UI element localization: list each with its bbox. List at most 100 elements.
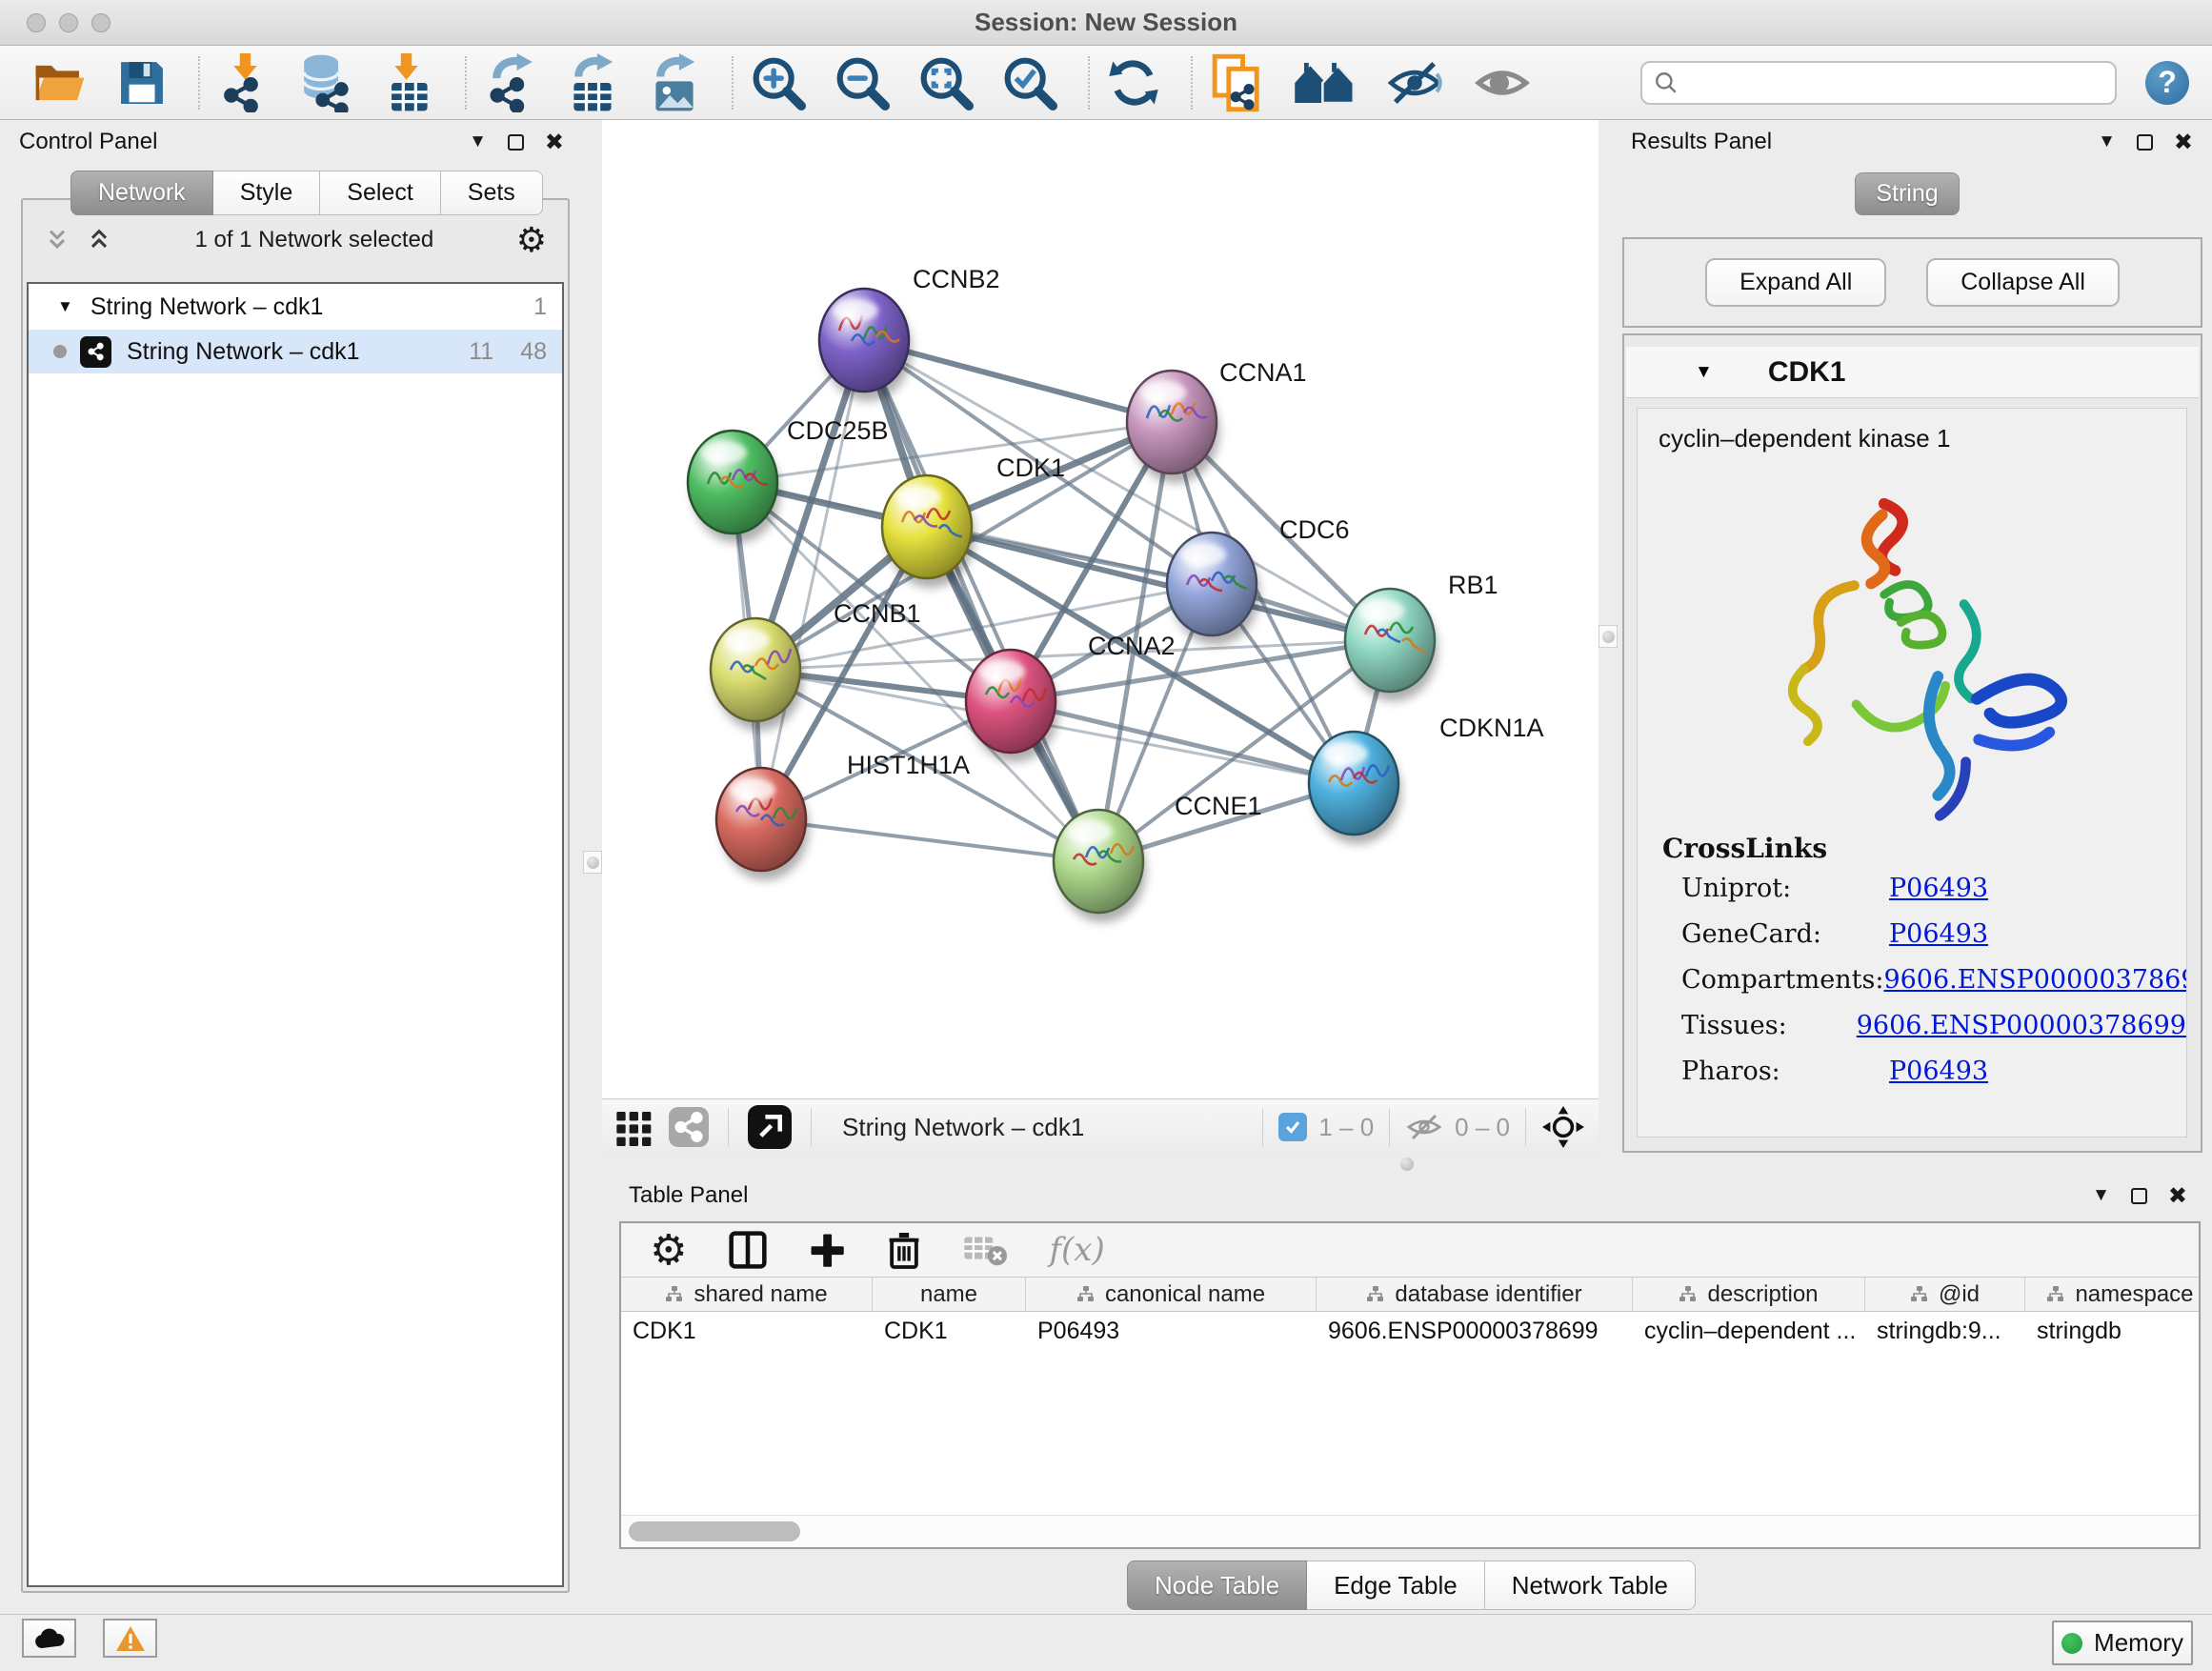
column-header-description[interactable]: description	[1633, 1278, 1865, 1311]
cell[interactable]: stringdb:9...	[1865, 1318, 2025, 1345]
minimize-window-button[interactable]	[59, 13, 78, 32]
zoom-fit-content-icon[interactable]	[918, 54, 974, 111]
expand-all-networks-icon[interactable]	[86, 227, 112, 253]
cell[interactable]: CDK1	[873, 1318, 1026, 1345]
table-options-gear-icon[interactable]: ⚙	[650, 1226, 687, 1275]
table-horizontal-scrollbar[interactable]	[621, 1515, 2199, 1547]
selected-indicator-checkbox[interactable]	[1278, 1113, 1307, 1141]
zoom-selected-icon[interactable]	[1002, 54, 1057, 111]
cell[interactable]: P06493	[1026, 1318, 1317, 1345]
column-header-name[interactable]: name	[873, 1278, 1026, 1311]
tab-edge-table[interactable]: Edge Table	[1307, 1560, 1485, 1610]
birds-eye-view-icon[interactable]	[748, 1105, 792, 1149]
warning-status-button[interactable]	[103, 1619, 157, 1658]
network-row[interactable]: String Network – cdk1 11 48	[29, 330, 562, 373]
node-CCNA1[interactable]	[1127, 371, 1219, 483]
tab-string[interactable]: String	[1855, 172, 1960, 215]
delete-column-icon[interactable]	[887, 1230, 921, 1270]
crosslink-value-link[interactable]: P06493	[1889, 919, 1988, 949]
export-network-icon[interactable]	[484, 54, 537, 111]
memory-button[interactable]: Memory	[2052, 1621, 2193, 1665]
edge-HIST1H1A-CCNE1[interactable]	[761, 819, 1098, 861]
network-view-icon[interactable]	[669, 1107, 709, 1147]
collapse-all-button[interactable]: Collapse All	[1926, 258, 2120, 307]
column-header-canonicalname[interactable]: canonical name	[1026, 1278, 1317, 1311]
import-table-file-icon[interactable]	[383, 54, 434, 111]
control-panel-close-icon[interactable]: ✖	[545, 129, 564, 155]
pan-navigate-icon[interactable]	[1541, 1105, 1585, 1149]
tab-sets[interactable]: Sets	[441, 171, 543, 215]
open-session-icon[interactable]	[32, 54, 88, 111]
tab-network-table[interactable]: Network Table	[1485, 1560, 1696, 1610]
save-session-icon[interactable]	[116, 54, 168, 111]
tab-select[interactable]: Select	[320, 171, 440, 215]
node-CDC25B[interactable]	[688, 431, 780, 543]
left-splitter[interactable]	[583, 120, 602, 1614]
node-CCNE1[interactable]	[1054, 810, 1146, 922]
export-table-icon[interactable]	[566, 54, 619, 111]
tab-node-table[interactable]: Node Table	[1127, 1560, 1307, 1610]
column-header-sharedname[interactable]: shared name	[621, 1278, 873, 1311]
crosslink-value-link[interactable]: P06493	[1889, 1057, 1988, 1086]
crosslink-value-link[interactable]: 9606.ENSP00000378699	[1883, 965, 2187, 995]
node-CDKN1A[interactable]	[1309, 732, 1401, 844]
import-network-file-icon[interactable]	[217, 54, 269, 111]
node-CDK1[interactable]	[882, 475, 975, 588]
search-field[interactable]	[1640, 61, 2117, 105]
hide-selected-icon[interactable]	[1385, 54, 1444, 111]
control-panel-menu-icon[interactable]: ▼	[469, 131, 487, 152]
node-CCNB1[interactable]	[711, 618, 803, 731]
expand-all-button[interactable]: Expand All	[1705, 258, 1886, 307]
node-RB1[interactable]	[1345, 589, 1438, 701]
show-all-icon[interactable]	[1473, 54, 1532, 111]
search-input[interactable]	[1688, 70, 2103, 96]
table-panel-float-icon[interactable]	[2131, 1188, 2147, 1204]
maximize-window-button[interactable]	[91, 13, 111, 32]
node-CCNA2[interactable]	[966, 650, 1058, 762]
add-column-icon[interactable]	[809, 1232, 845, 1268]
entry-expander-icon[interactable]: ▼	[1695, 362, 1713, 383]
cell[interactable]: 9606.ENSP00000378699	[1317, 1318, 1633, 1345]
tab-network[interactable]: Network	[70, 171, 213, 215]
scrollbar-thumb[interactable]	[629, 1521, 800, 1541]
results-panel-close-icon[interactable]: ✖	[2174, 129, 2193, 155]
help-icon[interactable]: ?	[2145, 61, 2189, 105]
first-neighbors-icon[interactable]	[1292, 54, 1357, 111]
table-panel-menu-icon[interactable]: ▼	[2092, 1185, 2110, 1206]
zoom-out-icon[interactable]	[835, 54, 890, 111]
network-options-gear-icon[interactable]: ⚙	[516, 221, 547, 260]
network-collection-row[interactable]: ▼ String Network – cdk1 1	[29, 284, 562, 330]
zoom-in-icon[interactable]	[751, 54, 806, 111]
edge-CCNB2-HIST1H1A[interactable]	[761, 340, 864, 819]
cell[interactable]: cyclin–dependent ...	[1633, 1318, 1865, 1345]
clone-network-icon[interactable]	[1210, 54, 1263, 111]
node-CDC6[interactable]	[1167, 533, 1259, 645]
close-window-button[interactable]	[27, 13, 46, 32]
node-CCNB2[interactable]	[819, 289, 912, 401]
collapse-all-networks-icon[interactable]	[44, 227, 70, 253]
result-entry-header[interactable]: ▼ CDK1	[1626, 347, 2199, 398]
table-panel-close-icon[interactable]: ✖	[2168, 1182, 2187, 1209]
right-splitter[interactable]	[1599, 120, 1618, 1155]
column-header-namespace[interactable]: namespace	[2025, 1278, 2212, 1311]
control-panel-float-icon[interactable]	[508, 134, 524, 151]
column-header-databaseidentifier[interactable]: database identifier	[1317, 1278, 1633, 1311]
results-panel-float-icon[interactable]	[2137, 134, 2153, 151]
network-canvas[interactable]: CCNB2CCNA1CDC25BCDK1CDC6RB1CCNB1CCNA2CDK…	[602, 120, 1599, 1098]
cell[interactable]: CDK1	[621, 1318, 873, 1345]
horizontal-splitter[interactable]	[602, 1155, 2212, 1174]
export-image-icon[interactable]	[648, 54, 701, 111]
network-graph[interactable]: CCNB2CCNA1CDC25BCDK1CDC6RB1CCNB1CCNA2CDK…	[602, 120, 1599, 1098]
collection-expander-icon[interactable]: ▼	[57, 297, 73, 316]
cell[interactable]: stringdb	[2025, 1318, 2212, 1345]
table-row[interactable]: CDK1CDK1P064939606.ENSP00000378699cyclin…	[621, 1312, 2199, 1351]
tab-style[interactable]: Style	[213, 171, 321, 215]
results-panel-menu-icon[interactable]: ▼	[2098, 131, 2116, 152]
crosslink-value-link[interactable]: P06493	[1889, 874, 1988, 903]
cloud-status-button[interactable]	[22, 1619, 76, 1658]
grid-view-icon[interactable]	[615, 1108, 654, 1146]
import-network-database-icon[interactable]	[297, 54, 354, 111]
node-HIST1H1A[interactable]	[716, 768, 809, 880]
crosslink-value-link[interactable]: 9606.ENSP00000378699	[1857, 1011, 2186, 1040]
refresh-view-icon[interactable]	[1107, 54, 1160, 111]
